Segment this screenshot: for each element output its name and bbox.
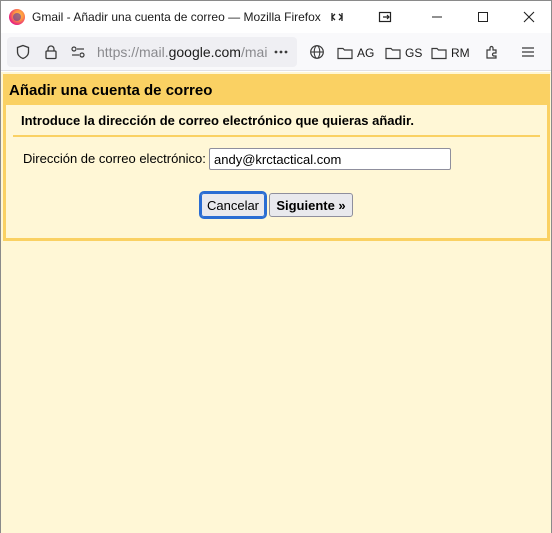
globe-icon[interactable] bbox=[307, 42, 327, 62]
divider bbox=[13, 135, 540, 137]
bookmark-label: GS bbox=[405, 46, 423, 60]
url-text[interactable]: https://mail.google.com/mai bbox=[97, 44, 269, 60]
dialog-title: Añadir una cuenta de correo bbox=[9, 82, 213, 99]
folder-icon bbox=[431, 47, 447, 60]
picture-in-picture-icon[interactable] bbox=[314, 1, 360, 33]
bookmark-gs[interactable]: GS bbox=[385, 43, 422, 63]
browser-window: Gmail - Añadir una cuenta de correo — Mo… bbox=[0, 0, 552, 533]
bookmark-ag[interactable]: AG bbox=[337, 43, 374, 63]
nav-bar: https://mail.google.com/mai AG GS RM bbox=[1, 33, 551, 71]
minimize-button[interactable] bbox=[414, 1, 460, 33]
folder-icon bbox=[385, 47, 401, 60]
permissions-icon[interactable] bbox=[68, 42, 88, 62]
bookmark-rm[interactable]: RM bbox=[431, 43, 470, 63]
email-field[interactable] bbox=[209, 148, 451, 170]
more-options-icon[interactable] bbox=[271, 42, 291, 62]
window-title: Gmail - Añadir una cuenta de correo — Mo… bbox=[32, 10, 321, 24]
hamburger-menu-icon[interactable] bbox=[518, 42, 538, 62]
instruction-text: Introduce la dirección de correo electró… bbox=[21, 113, 415, 128]
tab-move-icon[interactable] bbox=[362, 1, 408, 33]
email-label: Dirección de correo electrónico: bbox=[23, 151, 206, 166]
bookmark-label: AG bbox=[357, 46, 375, 60]
dialog-header: Añadir una cuenta de correo bbox=[6, 77, 547, 105]
firefox-logo-icon bbox=[9, 9, 25, 25]
title-bar: Gmail - Añadir una cuenta de correo — Mo… bbox=[1, 1, 551, 33]
bookmark-label: RM bbox=[451, 46, 470, 60]
page-content: Añadir una cuenta de correo Introduce la… bbox=[1, 72, 551, 533]
close-button[interactable] bbox=[506, 1, 552, 33]
extensions-icon[interactable] bbox=[482, 42, 502, 62]
next-button[interactable]: Siguiente » bbox=[269, 193, 353, 217]
cancel-button[interactable]: Cancelar bbox=[199, 191, 267, 219]
lock-icon[interactable] bbox=[41, 42, 61, 62]
folder-icon bbox=[337, 47, 353, 60]
maximize-button[interactable] bbox=[460, 1, 506, 33]
shield-icon[interactable] bbox=[13, 42, 33, 62]
add-account-dialog: Añadir una cuenta de correo Introduce la… bbox=[3, 74, 550, 241]
